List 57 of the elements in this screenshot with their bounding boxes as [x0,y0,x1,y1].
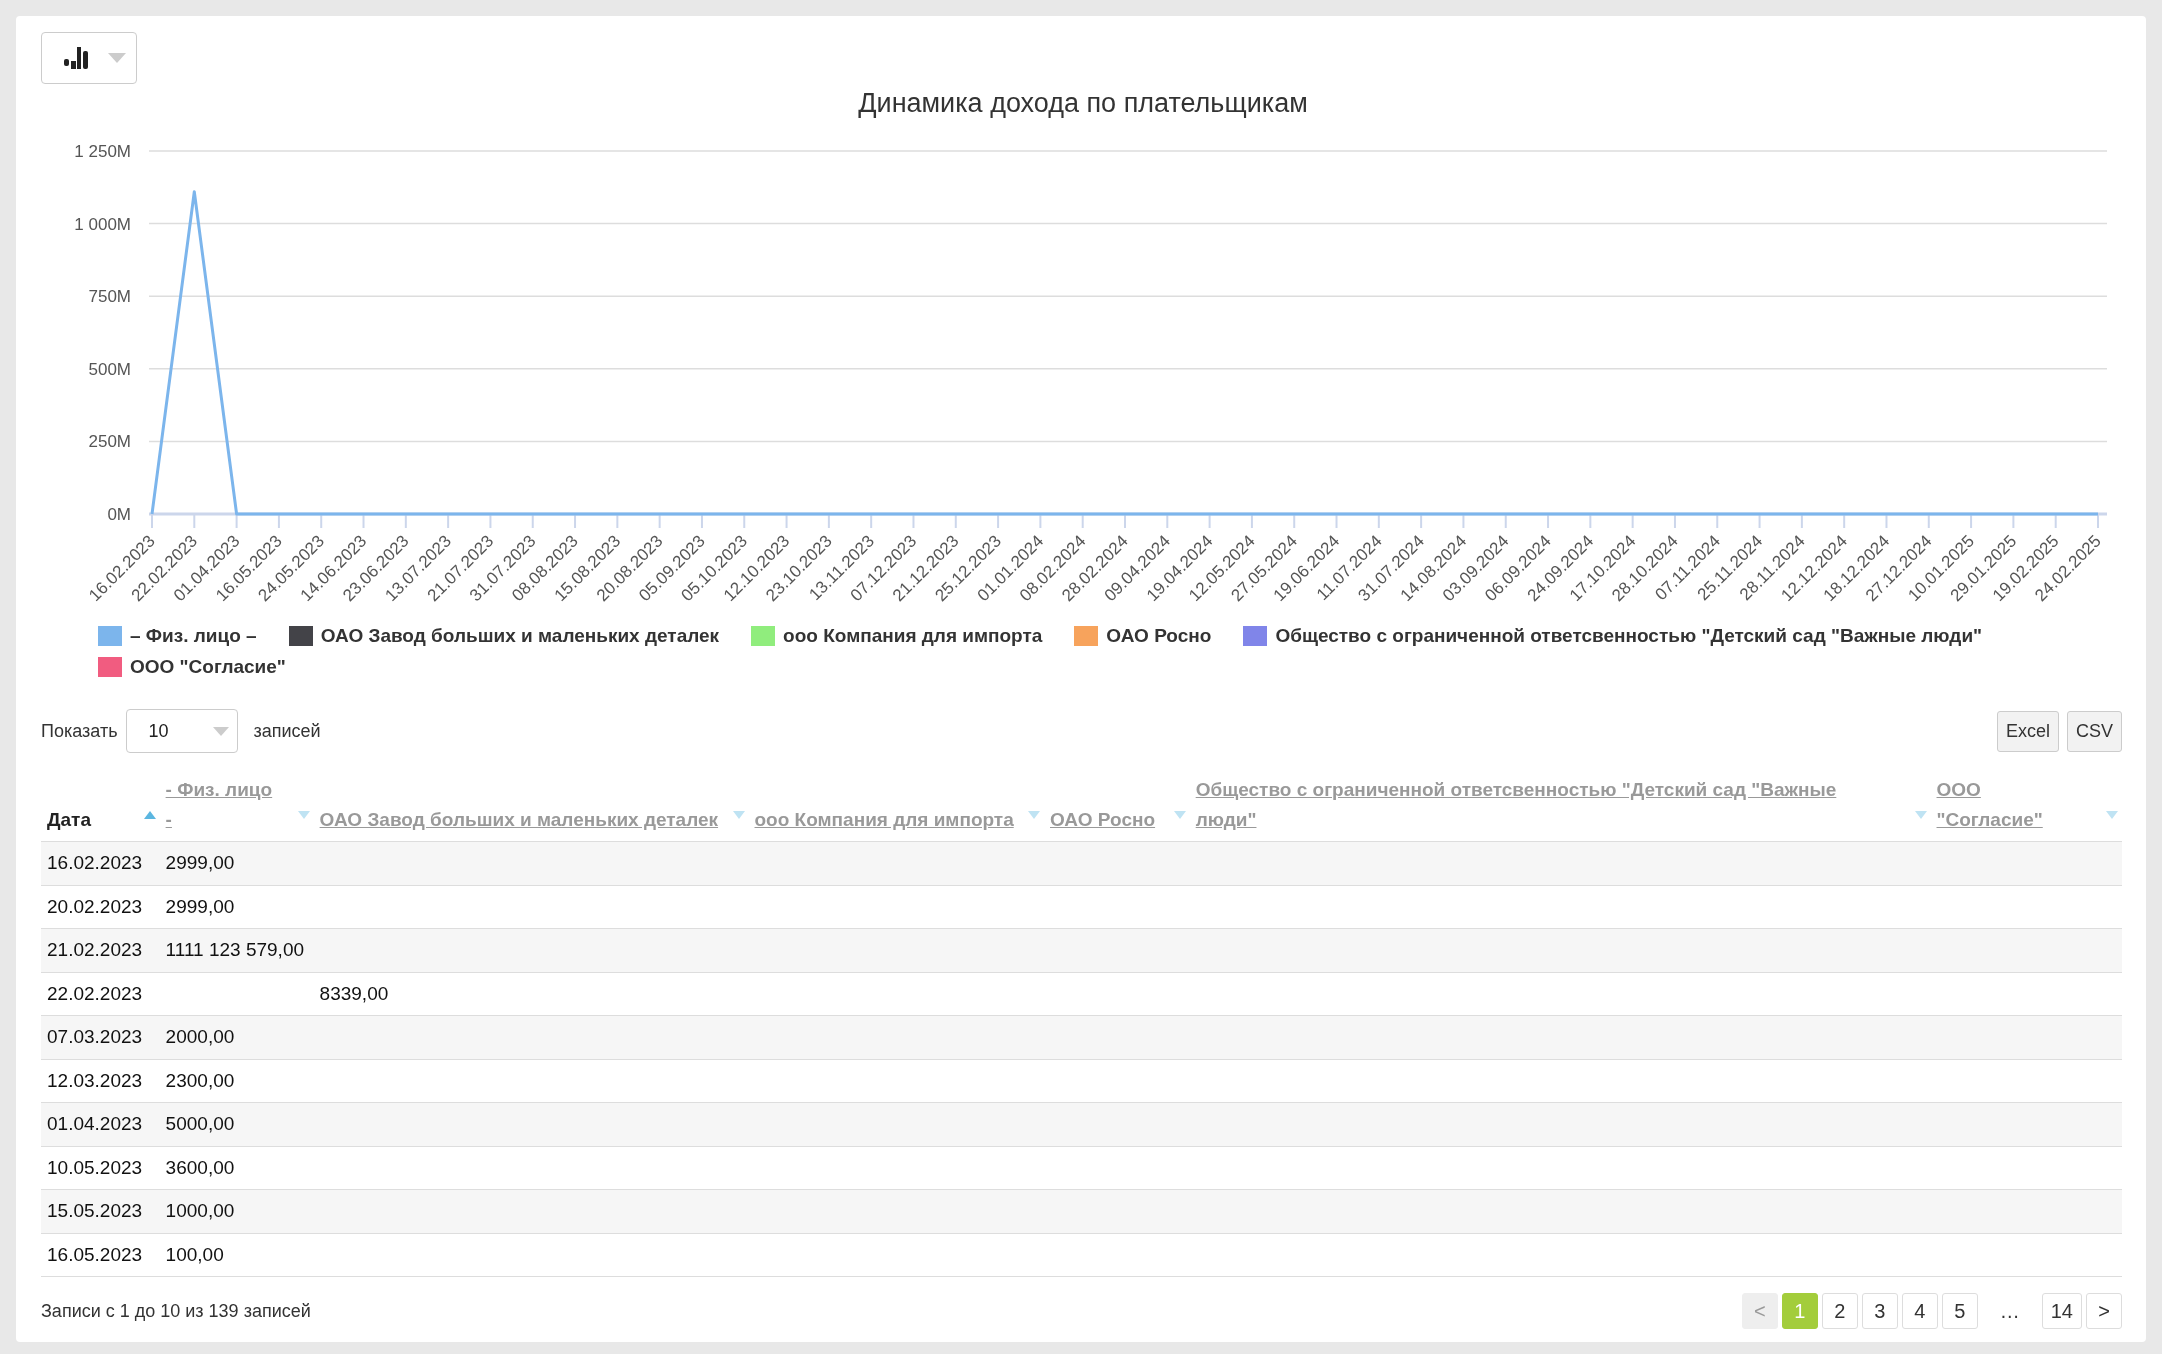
legend-swatch [288,626,313,647]
caret-icon [108,53,126,63]
page-button[interactable]: > [2086,1293,2122,1329]
page-button[interactable]: 4 [1901,1293,1938,1329]
table-cell: 15.05.2023 [47,1200,143,1221]
legend-label[interactable]: – Физ. лицо – [130,622,257,651]
y-axis-label: 500M [88,359,131,379]
table-cell: 10.05.2023 [47,1156,143,1178]
caret-icon [212,726,229,736]
table-cell: 16.02.2023 [47,852,143,873]
legend-swatch [98,626,122,647]
legend-swatch [751,626,776,647]
legend-swatch [98,656,122,677]
table-cell: 22.02.2023 [47,982,143,1004]
y-axis-label: 0M [107,505,131,524]
page-button[interactable]: 2 [1821,1293,1858,1329]
chart-type-button[interactable] [41,32,137,84]
table-cell: 100,00 [165,1243,224,1265]
table-cell: 2999,00 [165,852,235,873]
table-cell: 1000,00 [165,1200,235,1221]
y-axis-label: 1 000M [74,214,131,234]
table-cell: 16.05.2023 [47,1243,143,1265]
page-button[interactable]: 5 [1941,1293,1978,1329]
page-button[interactable]: 14 [2041,1293,2082,1329]
bar-chart-icon [64,47,88,69]
records-info: Записи с 1 до 10 из 139 записей [41,1299,311,1323]
column-header[interactable]: Дата [47,805,130,835]
table-cell: 2999,00 [165,895,235,917]
legend-swatch [1074,626,1099,647]
table-cell: 21.02.2023 [47,939,143,960]
entries-label: записей [253,719,321,743]
legend-swatch [1243,626,1268,647]
table-cell: 2000,00 [165,1026,235,1047]
export-button[interactable]: CSV [2067,710,2122,752]
table-cell: 3600,00 [165,1156,235,1178]
table-cell: 07.03.2023 [47,1026,143,1047]
y-axis-label: 1 250M [74,142,131,161]
table-cell: 20.02.2023 [47,895,143,917]
page-button[interactable]: 3 [1861,1293,1898,1329]
show-label: Показать [41,719,118,743]
y-axis-label: 750M [88,287,131,307]
legend-label[interactable]: ООО "Согласие" [130,652,286,681]
legend-label[interactable]: ОАО Росно [1106,622,1212,651]
y-axis-label: 250M [88,432,131,452]
table-cell: 2300,00 [165,1069,235,1091]
table-cell: 01.04.2023 [47,1113,143,1134]
page-length-select[interactable]: 10 [125,709,238,753]
legend-label[interactable]: ОАО Завод больших и маленьких деталек [320,622,720,651]
legend-label[interactable]: Общество с ограниченной ответсвенностью "Детский сад "Важные люди" [1275,622,1983,651]
chart-title: Динамика дохода по плательщикам [858,88,1308,118]
legend-label[interactable]: ооо Компания для импорта [783,622,1043,651]
table-cell: 5000,00 [165,1113,235,1134]
page-ellipsis: … [1998,1299,2021,1324]
table-cell: 1111 123 579,00 [165,939,305,960]
table-cell: 12.03.2023 [47,1069,143,1091]
table-cell: 8339,00 [319,982,389,1004]
export-button[interactable]: Excel [1996,710,2059,752]
